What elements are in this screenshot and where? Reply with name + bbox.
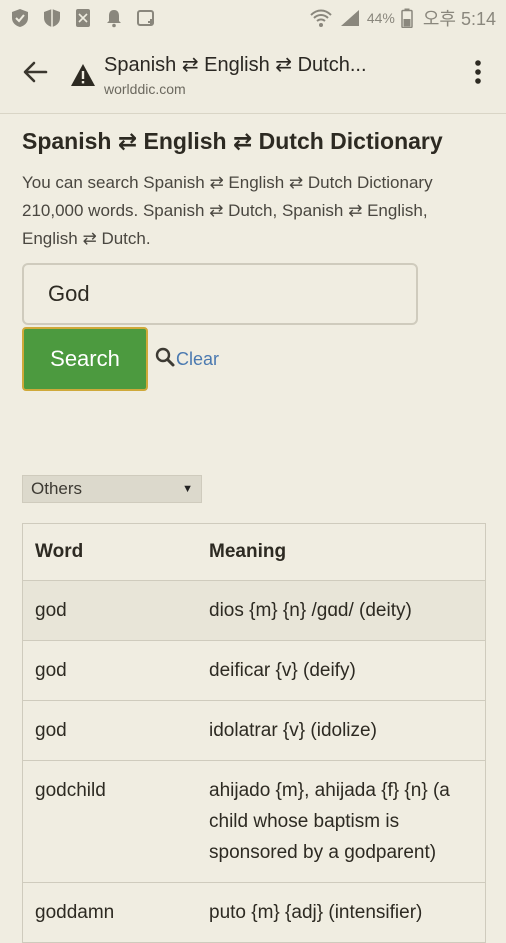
document-icon	[74, 8, 92, 28]
search-actions: Search Clear	[22, 327, 486, 391]
overflow-menu-button[interactable]	[450, 36, 506, 114]
clear-link[interactable]: Clear	[154, 346, 219, 373]
meaning-cell: ahijado {m}, ahijada {f} {n} (a child wh…	[197, 760, 486, 883]
category-select[interactable]: Others ▼	[22, 475, 202, 503]
table-row: godchild ahijado {m}, ahijada {f} {n} (a…	[22, 760, 486, 883]
shield-check-icon	[10, 8, 30, 28]
battery-icon	[401, 8, 413, 28]
more-vert-icon	[474, 59, 482, 90]
dropdown-caret-icon: ▼	[182, 483, 193, 495]
column-header-meaning: Meaning	[197, 523, 486, 581]
page-url: worlddic.com	[104, 81, 186, 97]
table-row: god dios {m} {n} /gɑd/ (deity)	[22, 580, 486, 641]
clear-link-label: Clear	[176, 348, 220, 369]
magnifier-icon	[154, 346, 176, 373]
page-title: Spanish ⇄ English ⇄ Dutch Dictionary	[22, 128, 443, 154]
search-input[interactable]	[22, 263, 418, 325]
bell-icon	[104, 8, 124, 28]
status-icons-left	[10, 8, 156, 28]
status-icons-right: 44% 오후 5:14	[309, 5, 496, 31]
meaning-cell: puto {m} {adj} (intensifier)	[197, 882, 486, 943]
meaning-cell: dios {m} {n} /gɑd/ (deity)	[197, 580, 486, 641]
signal-icon	[339, 8, 361, 28]
browser-toolbar: Spanish ⇄ English ⇄ Dutch... worlddic.co…	[0, 36, 506, 114]
table-row: god idolatrar {v} (idolize)	[22, 700, 486, 761]
screenshot-icon	[136, 8, 156, 28]
word-cell: god	[22, 700, 197, 761]
meaning-cell: idolatrar {v} (idolize)	[197, 700, 486, 761]
word-cell: god	[22, 640, 197, 701]
battery-percentage: 44%	[366, 10, 395, 26]
table-row: goddamn puto {m} {adj} (intensifier)	[22, 882, 486, 943]
wifi-icon	[309, 7, 333, 29]
page-content: Spanish ⇄ English ⇄ Dutch Dictionary You…	[22, 114, 486, 943]
search-button[interactable]: Search	[22, 327, 148, 391]
column-header-word: Word	[22, 523, 197, 581]
status-time: 오후 5:14	[422, 9, 496, 29]
table-row: god deificar {v} (deify)	[22, 640, 486, 701]
category-select-value: Others	[31, 479, 83, 498]
security-warning-icon[interactable]	[66, 63, 100, 87]
word-cell: goddamn	[22, 882, 197, 943]
meaning-cell: deificar {v} (deify)	[197, 640, 486, 701]
address-bar[interactable]: Spanish ⇄ English ⇄ Dutch... worlddic.co…	[100, 52, 450, 97]
word-cell: god	[22, 580, 197, 641]
table-header-row: Word Meaning	[22, 523, 486, 581]
status-bar: 44% 오후 5:14	[0, 0, 506, 36]
shield-icon	[42, 8, 62, 28]
back-button[interactable]	[0, 36, 70, 114]
tab-title: Spanish ⇄ English ⇄ Dutch...	[104, 54, 367, 76]
results-table: Word Meaning god dios {m} {n} /gɑd/ (dei…	[22, 523, 486, 943]
page-description: You can search Spanish ⇄ English ⇄ Dutch…	[22, 173, 433, 248]
word-cell: godchild	[22, 760, 197, 883]
back-arrow-icon	[22, 59, 48, 90]
